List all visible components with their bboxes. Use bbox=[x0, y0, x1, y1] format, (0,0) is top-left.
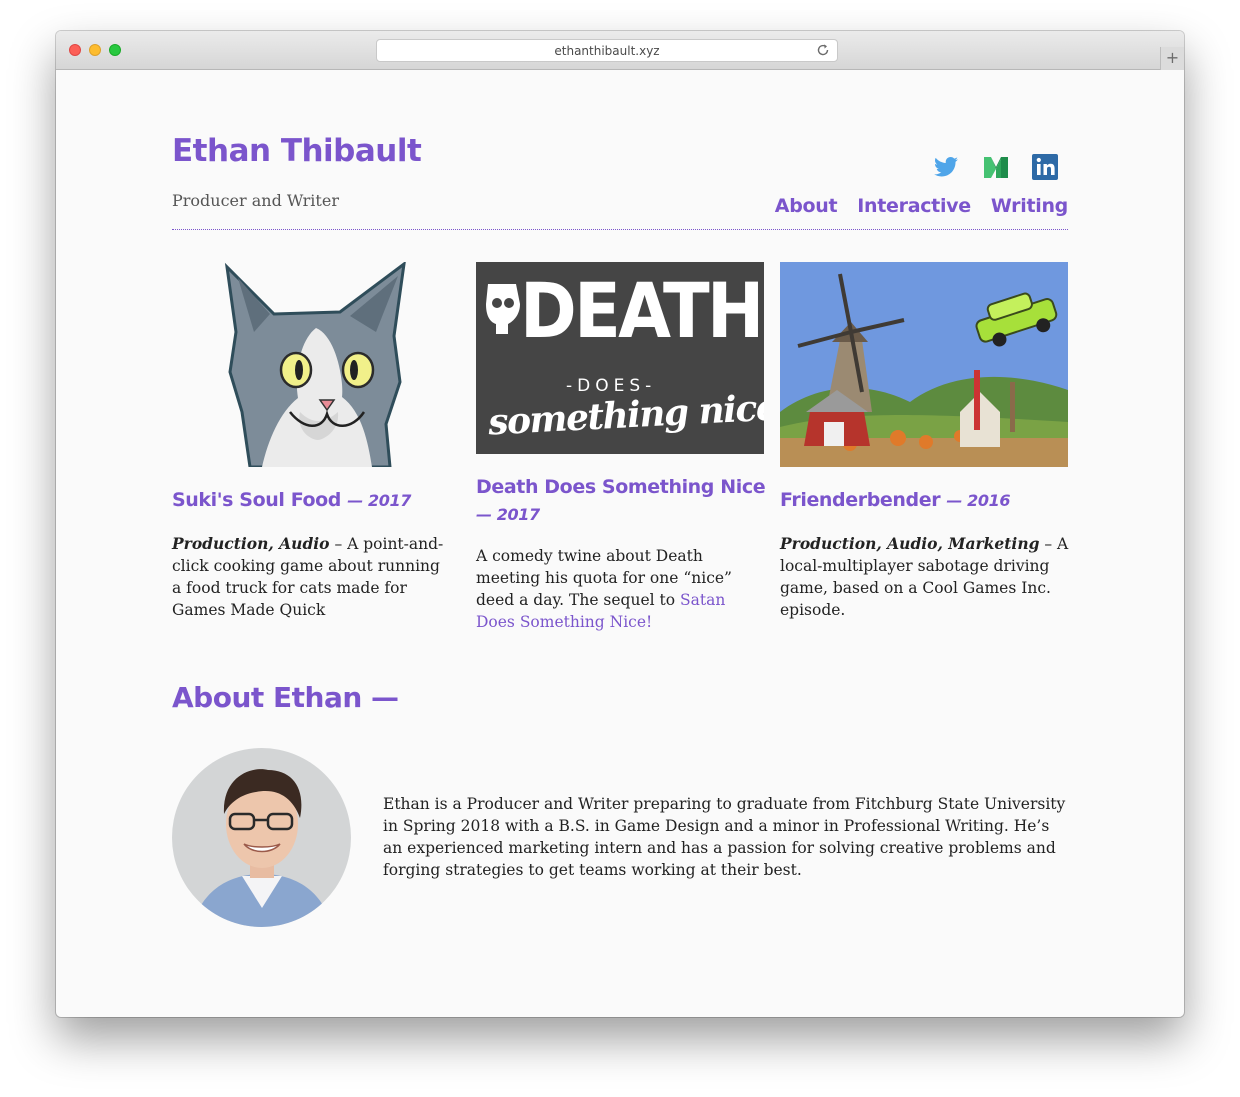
minimize-window-button[interactable] bbox=[89, 44, 101, 56]
about-heading: About Ethan — bbox=[172, 681, 399, 714]
profile-photo bbox=[172, 748, 351, 927]
skull-icon bbox=[486, 284, 520, 334]
about-bio: Ethan is a Producer and Writer preparing… bbox=[383, 795, 1066, 879]
header-divider bbox=[172, 229, 1068, 230]
zoom-window-button[interactable] bbox=[109, 44, 121, 56]
project-description-death-does-something-nice: A comedy twine about Death meeting his q… bbox=[476, 547, 732, 631]
address-bar[interactable]: ethanthibault.xyz bbox=[376, 39, 838, 62]
web-page: Ethan Thibault Producer and Writer About… bbox=[56, 71, 1184, 1017]
frienderbender-thumbnail[interactable] bbox=[780, 262, 1068, 467]
project-description-sukis-soul-food: Production, Audio – A point-and-click co… bbox=[172, 534, 444, 619]
main-nav: About Interactive Writing bbox=[775, 195, 1069, 217]
project-title-death-does-something-nice[interactable]: Death Does Something Nice — 2017 bbox=[476, 474, 772, 528]
project-title-sukis-soul-food[interactable]: Suki's Soul Food — 2017 bbox=[172, 487, 462, 514]
reload-icon[interactable] bbox=[815, 42, 831, 58]
death-logo-title: DEATH bbox=[520, 266, 764, 355]
url-text: ethanthibault.xyz bbox=[554, 44, 660, 58]
close-window-button[interactable] bbox=[69, 44, 81, 56]
sukis-soul-food-thumbnail[interactable] bbox=[172, 262, 460, 467]
project-title-frienderbender[interactable]: Frienderbender — 2016 bbox=[780, 487, 1070, 514]
browser-window: ethanthibault.xyz + Ethan Thibault Produ… bbox=[56, 31, 1184, 1017]
site-title[interactable]: Ethan Thibault bbox=[172, 133, 422, 169]
nav-interactive-link[interactable]: Interactive bbox=[857, 195, 971, 217]
death-logo-subtitle: something nice bbox=[487, 386, 764, 444]
medium-icon[interactable] bbox=[982, 153, 1010, 181]
project-description-frienderbender: Production, Audio, Marketing – A local-m… bbox=[780, 534, 1069, 619]
site-subtitle: Producer and Writer bbox=[172, 191, 339, 210]
new-tab-button[interactable]: + bbox=[1160, 47, 1184, 70]
nav-about-link[interactable]: About bbox=[775, 195, 838, 217]
twitter-icon[interactable] bbox=[932, 153, 960, 181]
death-does-something-nice-thumbnail[interactable]: DEATH -DOES- something nice bbox=[476, 262, 764, 454]
nav-writing-link[interactable]: Writing bbox=[991, 195, 1068, 217]
linkedin-icon[interactable] bbox=[1031, 153, 1059, 181]
browser-toolbar: ethanthibault.xyz + bbox=[56, 31, 1184, 70]
